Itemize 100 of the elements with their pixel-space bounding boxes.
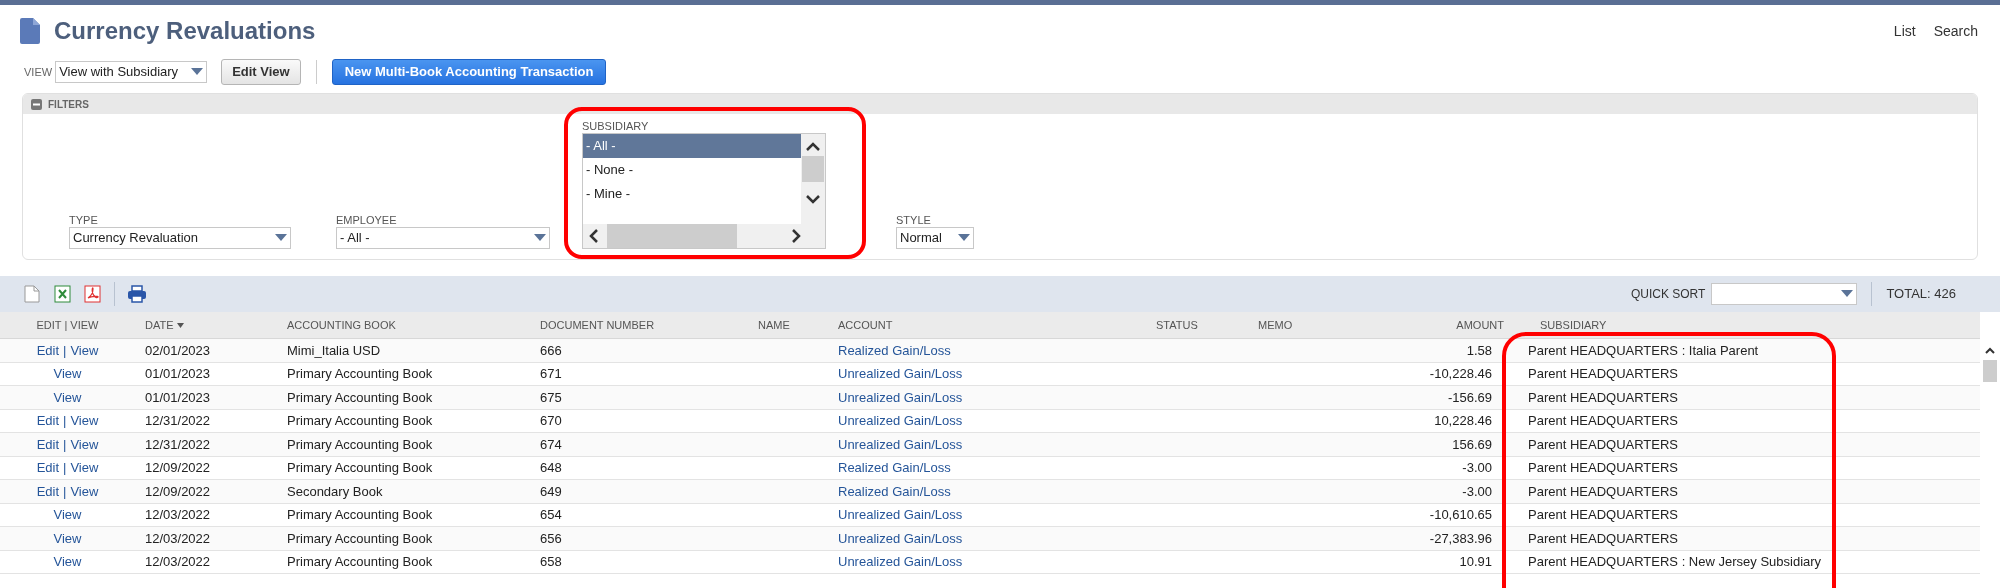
table-cell-text: 12/03/2022	[144, 506, 212, 524]
table-cell-text: 01/01/2023	[144, 388, 212, 407]
column-header[interactable]: MEMO	[1248, 312, 1370, 338]
filter-dropdown[interactable]: Currency Revaluation	[69, 227, 291, 249]
table-cell-text: 648	[539, 459, 563, 477]
table-cell-text: 666	[539, 341, 563, 360]
table-cell-text: -3.00	[1461, 459, 1493, 477]
table-cell-text: Parent HEADQUARTERS : New Jersey Subsidiary	[1527, 553, 1823, 571]
subsidiary-listbox[interactable]: - All - - None - - Mine -	[582, 133, 826, 249]
caret-icon	[958, 234, 970, 242]
edit-view-button[interactable]: Edit View	[221, 59, 301, 85]
horizontal-scrollbar[interactable]	[583, 224, 825, 248]
table-cell-text: 1.58	[1465, 341, 1493, 360]
scrollbar-thumb[interactable]	[1983, 360, 1997, 382]
nav-link[interactable]: List	[1893, 20, 1916, 42]
field-label: SUBSIDIARY	[582, 119, 650, 133]
table-cell-text: 10,228.46	[1433, 412, 1493, 430]
page-title: Currency Revaluations	[54, 16, 316, 46]
chevron-up-icon[interactable]	[1985, 347, 1995, 354]
chevron-left-icon[interactable]	[589, 229, 599, 243]
column-header[interactable]: SUBSIDIARY	[1510, 312, 1980, 338]
row-action-link[interactable]: View	[53, 528, 82, 548]
row-action-link[interactable]: Edit	[36, 340, 60, 360]
table-cell-text: Parent HEADQUARTERS	[1527, 388, 1680, 407]
list-option[interactable]: - None -	[583, 158, 803, 182]
table-cell-text: Primary Accounting Book	[286, 506, 434, 524]
list-option[interactable]: - Mine -	[583, 182, 803, 206]
document-icon	[20, 18, 40, 44]
column-header[interactable]: ACCOUNTING BOOK	[277, 312, 530, 338]
caret-icon	[275, 234, 287, 242]
field-label: EMPLOYEE	[336, 213, 398, 227]
chevron-down-icon[interactable]	[806, 194, 820, 204]
table-cell-text: Secondary Book	[286, 482, 384, 501]
view-label: VIEW	[24, 64, 53, 80]
table-cell-text: Parent HEADQUARTERS	[1527, 365, 1680, 383]
row-action-link[interactable]: View	[53, 552, 82, 572]
account-link[interactable]: Realized Gain/Loss	[838, 458, 951, 478]
list-option[interactable]: - All -	[583, 134, 803, 158]
table-cell-text: -10,228.46	[1428, 365, 1493, 383]
table-cell-text: Parent HEADQUARTERS : Italia Parent	[1527, 341, 1760, 360]
print-icon[interactable]	[127, 285, 147, 303]
row-action-link[interactable]: View	[53, 364, 82, 384]
account-link[interactable]: Unrealized Gain/Loss	[838, 411, 963, 431]
table-cell-text: Primary Accounting Book	[286, 459, 434, 477]
column-header[interactable]: STATUS	[1146, 312, 1248, 338]
table-cell-text: Parent HEADQUARTERS	[1527, 506, 1680, 524]
table-cell-text: Parent HEADQUARTERS	[1527, 482, 1680, 501]
row-action-link[interactable]: View	[70, 340, 99, 360]
table-cell-text: 656	[539, 529, 563, 548]
row-action-link[interactable]: View	[53, 387, 82, 407]
filter-dropdown[interactable]: - All -	[336, 227, 550, 249]
chevron-up-icon[interactable]	[806, 142, 820, 152]
column-header[interactable]: NAME	[748, 312, 828, 338]
vertical-scrollbar[interactable]	[801, 134, 825, 226]
table-cell-text: -3.00	[1461, 482, 1493, 501]
caret-icon	[1841, 290, 1854, 298]
filter-dropdown[interactable]: Normal	[896, 227, 974, 249]
row-action-link[interactable]: View	[53, 505, 82, 525]
column-header[interactable]: DOCUMENT NUMBER	[530, 312, 748, 338]
spreadsheet-icon[interactable]	[54, 285, 72, 303]
table-cell-text: 12/09/2022	[144, 482, 212, 501]
nav-link[interactable]: Search	[1933, 20, 1978, 42]
field-label: TYPE	[69, 213, 99, 227]
view-dropdown[interactable]: View with Subsidiary	[55, 61, 208, 83]
column-header[interactable]: EDIT | VIEW	[0, 312, 135, 338]
row-action-link[interactable]: Edit	[36, 434, 60, 454]
account-link[interactable]: Unrealized Gain/Loss	[838, 505, 963, 525]
link-separator: |	[63, 412, 67, 430]
column-header[interactable]: AMOUNT	[1370, 312, 1510, 338]
row-action-link[interactable]: Edit	[36, 481, 60, 501]
row-action-link[interactable]: View	[70, 411, 99, 431]
account-link[interactable]: Unrealized Gain/Loss	[838, 434, 963, 454]
total-count: TOTAL: 426	[1886, 285, 1956, 304]
account-link[interactable]: Unrealized Gain/Loss	[838, 387, 963, 407]
account-link[interactable]: Unrealized Gain/Loss	[838, 552, 963, 572]
table-cell-text: Parent HEADQUARTERS	[1527, 529, 1680, 548]
table-cell-text: 12/31/2022	[144, 412, 212, 430]
column-header[interactable]: DATE	[135, 312, 277, 338]
row-action-link[interactable]: Edit	[36, 458, 60, 478]
account-link[interactable]: Realized Gain/Loss	[838, 481, 951, 501]
caret-icon	[191, 68, 204, 76]
table-cell-text: Parent HEADQUARTERS	[1527, 435, 1680, 454]
account-link[interactable]: Unrealized Gain/Loss	[838, 364, 963, 384]
filters-header[interactable]: FILTERS	[23, 94, 1977, 114]
collapse-icon[interactable]	[31, 98, 42, 110]
chevron-right-icon[interactable]	[791, 229, 801, 243]
table-cell-text: Parent HEADQUARTERS	[1527, 412, 1680, 430]
account-link[interactable]: Realized Gain/Loss	[838, 340, 951, 360]
new-transaction-button[interactable]: New Multi-Book Accounting Transaction	[331, 59, 607, 85]
row-action-link[interactable]: View	[70, 434, 99, 454]
row-action-link[interactable]: Edit	[36, 411, 60, 431]
account-link[interactable]: Unrealized Gain/Loss	[838, 528, 963, 548]
row-action-link[interactable]: View	[70, 481, 99, 501]
table-cell-text: Primary Accounting Book	[286, 365, 434, 383]
scrollbar-thumb[interactable]	[607, 224, 737, 248]
column-header[interactable]: ACCOUNT	[828, 312, 1146, 338]
table-cell-text: Primary Accounting Book	[286, 388, 434, 407]
scrollbar-thumb[interactable]	[802, 156, 824, 182]
pdf-icon[interactable]	[84, 285, 102, 303]
row-action-link[interactable]: View	[70, 458, 99, 478]
